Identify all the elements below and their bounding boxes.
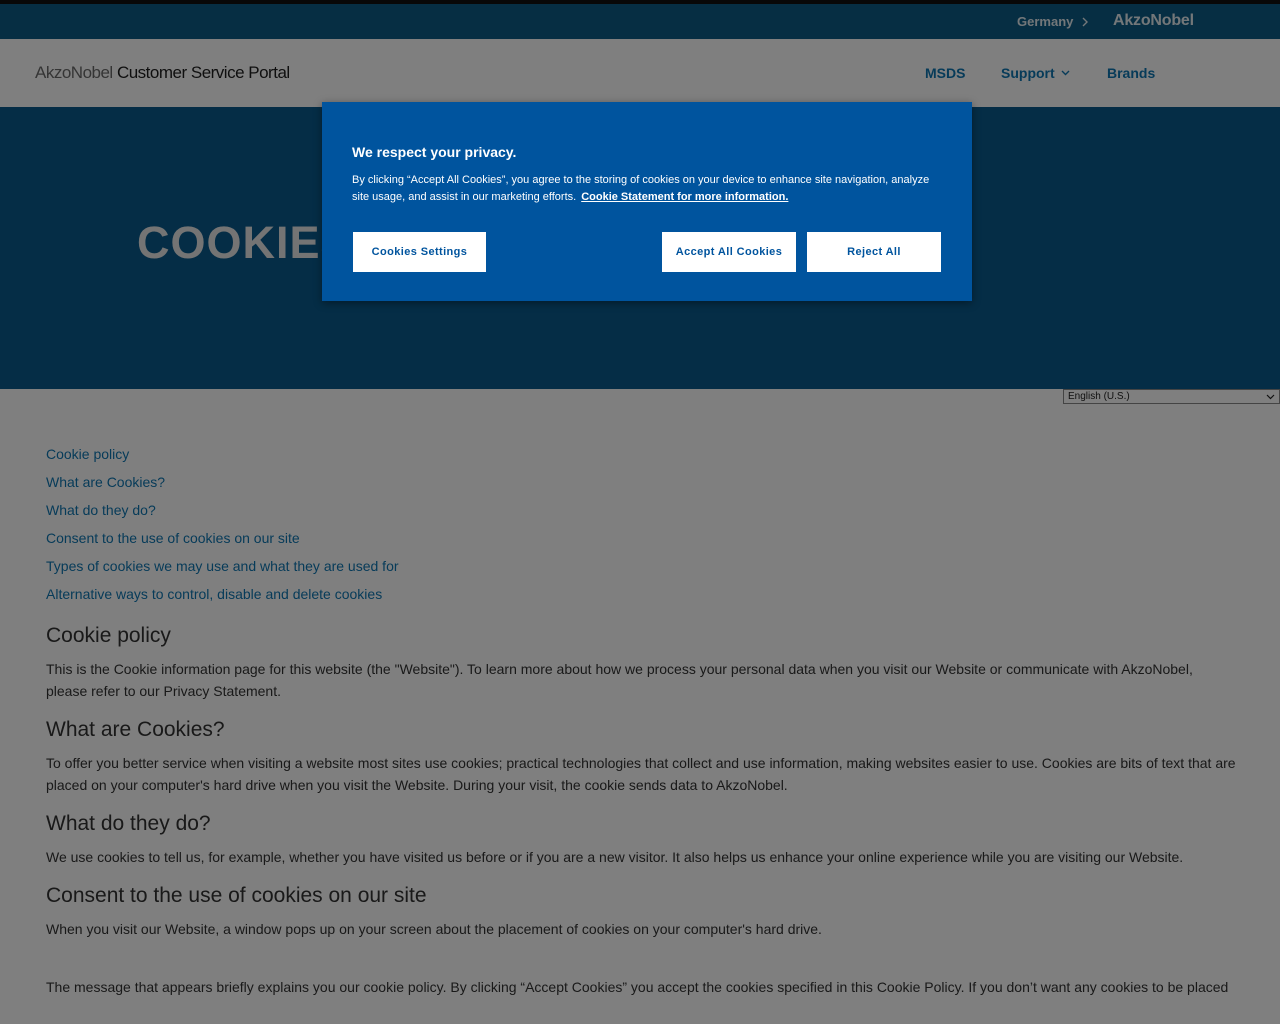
cookie-consent-dialog: We respect your privacy. By clicking “Ac… [322,102,972,301]
accept-all-cookies-button[interactable]: Accept All Cookies [661,231,797,273]
cookie-dialog-title: We respect your privacy. [352,144,517,160]
cookie-statement-link[interactable]: Cookie Statement for more information. [581,191,788,203]
cookies-settings-button[interactable]: Cookies Settings [352,231,487,273]
cookie-dialog-text: By clicking “Accept All Cookies”, you ag… [352,172,932,206]
reject-all-button[interactable]: Reject All [806,231,942,273]
